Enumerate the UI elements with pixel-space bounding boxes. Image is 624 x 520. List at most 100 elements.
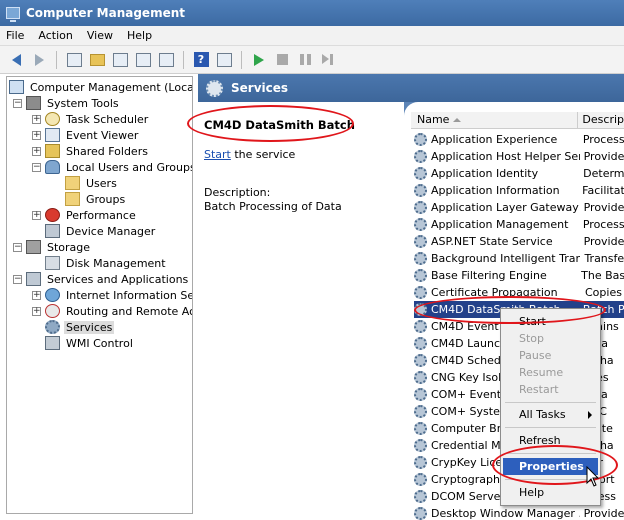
service-row[interactable]: Application Management Process <box>414 216 624 233</box>
service-detail-pane: CM4D DataSmith Batch Start the service D… <box>198 102 404 520</box>
service-gear-icon <box>414 286 427 299</box>
description-label: Description: <box>204 186 271 199</box>
tree-label: Performance <box>66 208 136 222</box>
tree-label: Users <box>86 176 117 190</box>
service-gear-icon <box>414 354 427 367</box>
folder-icon <box>65 192 80 206</box>
expand-toggle-icon[interactable]: + <box>32 146 41 156</box>
services-applications-icon <box>26 272 41 286</box>
pause-service-button[interactable] <box>295 50 315 70</box>
tree-item-groups[interactable]: Groups <box>65 191 127 207</box>
column-header-description[interactable]: Descrip <box>578 112 624 128</box>
menu-file[interactable]: File <box>0 29 32 42</box>
service-name: Application Identity <box>431 167 539 180</box>
start-service-icon <box>254 53 264 66</box>
menu-action[interactable]: Action <box>32 29 80 42</box>
tree-item-services[interactable]: Services <box>45 319 115 335</box>
collapse-toggle-icon[interactable]: − <box>13 274 22 284</box>
start-service-link[interactable]: Start <box>204 148 231 161</box>
tree-label: Local Users and Groups <box>66 160 193 174</box>
service-row[interactable]: Desktop Window Manager ... Provide <box>414 505 624 520</box>
export-list-icon <box>158 52 174 67</box>
mouse-pointer-icon <box>586 466 600 487</box>
service-description: Copies <box>585 286 622 299</box>
service-row[interactable]: Background Intelligent Tran... Transfe <box>414 250 624 267</box>
menu-item-properties[interactable]: Properties <box>503 458 598 475</box>
tree-item-users[interactable]: Users <box>65 175 119 191</box>
refresh-button[interactable] <box>133 50 153 70</box>
service-gear-icon <box>414 473 427 486</box>
menu-view[interactable]: View <box>81 29 121 42</box>
help-icon: ? <box>193 52 209 67</box>
service-row[interactable]: ASP.NET State Service Provide <box>414 233 624 250</box>
tree-item-services-and-applications[interactable]: − Services and Applications <box>13 271 190 287</box>
expand-toggle-icon[interactable]: + <box>32 114 41 124</box>
service-row[interactable]: Application Information Facilitat <box>414 182 624 199</box>
collapse-toggle-icon[interactable]: − <box>13 98 22 108</box>
service-name: Application Host Helper Ser... <box>431 150 580 163</box>
service-description: Transfe <box>584 252 624 265</box>
forward-arrow-icon <box>34 53 44 66</box>
service-description: Facilitat <box>582 184 624 197</box>
tree-item-performance[interactable]: + Performance <box>32 207 138 223</box>
tree-item-task-scheduler[interactable]: + Task Scheduler <box>32 111 150 127</box>
tree-item-shared-folders[interactable]: + Shared Folders <box>32 143 150 159</box>
menu-item-start[interactable]: Start <box>503 313 598 330</box>
menu-item-help[interactable]: Help <box>503 484 598 501</box>
tree-item-local-users-groups[interactable]: − Local Users and Groups <box>32 159 193 175</box>
tree-item-system-tools[interactable]: − System Tools <box>13 95 121 111</box>
service-gear-icon <box>414 184 427 197</box>
tree-item-device-manager[interactable]: Device Manager <box>45 223 157 239</box>
service-name: Application Management <box>431 218 569 231</box>
tree-label: WMI Control <box>66 336 133 350</box>
title-bar: Computer Management <box>0 0 624 26</box>
tree-item-iis[interactable]: + Internet Information Servi <box>32 287 192 303</box>
expand-toggle-icon[interactable]: + <box>32 210 41 220</box>
service-description: Provide <box>583 235 624 248</box>
clock-icon <box>45 112 60 126</box>
restart-service-button[interactable] <box>318 50 338 70</box>
service-row[interactable]: Application Experience Process <box>414 131 624 148</box>
window-title: Computer Management <box>26 6 185 20</box>
disk-icon <box>45 256 60 270</box>
start-service-button[interactable] <box>249 50 269 70</box>
column-header-name[interactable]: Name <box>411 112 579 128</box>
properties-toolbar-button[interactable] <box>110 50 130 70</box>
service-gear-icon <box>414 235 427 248</box>
service-row[interactable]: Base Filtering Engine The Bas <box>414 267 624 284</box>
show-action-pane-button[interactable] <box>214 50 234 70</box>
tree-item-storage[interactable]: − Storage <box>13 239 92 255</box>
service-row[interactable]: Application Host Helper Ser... Provide <box>414 148 624 165</box>
help-button[interactable]: ? <box>191 50 211 70</box>
menu-item-refresh[interactable]: Refresh <box>503 432 598 449</box>
tree-item-routing[interactable]: + Routing and Remote Acce <box>32 303 192 319</box>
back-button[interactable] <box>6 50 26 70</box>
menu-help[interactable]: Help <box>121 29 160 42</box>
expand-toggle-icon[interactable]: + <box>32 306 41 316</box>
service-row[interactable]: Application Identity Determ <box>414 165 624 182</box>
export-list-button[interactable] <box>156 50 176 70</box>
forward-button[interactable] <box>29 50 49 70</box>
show-hide-tree-button[interactable] <box>64 50 84 70</box>
tree-item-event-viewer[interactable]: + Event Viewer <box>32 127 140 143</box>
service-name: Application Layer Gateway ... <box>431 201 580 214</box>
menu-item-all-tasks[interactable]: All Tasks <box>503 406 598 423</box>
tree-item-disk-management[interactable]: Disk Management <box>45 255 168 271</box>
up-one-level-button[interactable] <box>87 50 107 70</box>
tree-item-computer-management[interactable]: Computer Management (Local) <box>9 79 192 95</box>
menu-item-resume: Resume <box>519 366 564 379</box>
service-description: Process <box>582 133 624 146</box>
service-row[interactable]: Application Layer Gateway ... Provide <box>414 199 624 216</box>
description-text: Batch Processing of Data <box>204 200 342 213</box>
collapse-toggle-icon[interactable]: − <box>32 162 41 172</box>
service-description: The Bas <box>581 269 624 282</box>
tree-item-wmi-control[interactable]: WMI Control <box>45 335 135 351</box>
services-gear-icon <box>45 320 60 334</box>
expand-toggle-icon[interactable]: + <box>32 290 41 300</box>
service-row[interactable]: Certificate Propagation Copies <box>414 284 624 301</box>
collapse-toggle-icon[interactable]: − <box>13 242 22 252</box>
tree-label: Shared Folders <box>66 144 148 158</box>
service-description: Provide <box>583 507 624 520</box>
expand-toggle-icon[interactable]: + <box>32 130 41 140</box>
stop-service-button[interactable] <box>272 50 292 70</box>
